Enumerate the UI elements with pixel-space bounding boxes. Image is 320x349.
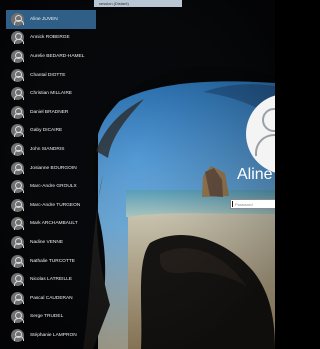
user-nathalie-turcotte[interactable]: Nathalie TURCOTTE (6, 252, 96, 271)
user-avatar-icon (11, 310, 24, 324)
user-avatar-icon (11, 12, 24, 26)
user-nadine-venne[interactable]: Nadine VENNE (6, 233, 96, 252)
user-annick-roberge[interactable]: Annick ROBERGE (6, 29, 96, 48)
user-name: Serge TRUDEL (30, 314, 64, 320)
lock-screen: session (Distant) Aline JUVEN Annick ROB… (0, 0, 275, 349)
user-avatar-icon (11, 68, 24, 82)
user-avatar-icon (11, 328, 24, 342)
user-avatar-icon (11, 198, 24, 212)
user-name: Stéphanie LAMPRON (30, 332, 77, 338)
user-marc-andre-groulx[interactable]: Marc-Andre GROULX (6, 177, 96, 196)
user-avatar-icon (11, 180, 24, 194)
user-avatar-icon (11, 105, 24, 119)
user-christian-millaire[interactable]: Christian MILLAIRE (6, 84, 96, 103)
user-avatar-icon (11, 291, 24, 305)
user-chantal-diotte[interactable]: Chantal DIOTTE (6, 66, 96, 85)
user-name: John SIANDRIS (30, 146, 65, 152)
user-name: Christian MILLAIRE (30, 91, 73, 97)
user-name: Annick ROBERGE (30, 35, 70, 41)
user-name: Mark ARCHAMBAULT (30, 221, 78, 227)
user-avatar-icon (11, 235, 24, 249)
password-input[interactable] (230, 199, 275, 209)
user-avatar-icon (11, 124, 24, 138)
user-name: Chantal DIOTTE (30, 72, 66, 78)
user-name: Nicolas LATREILLE (30, 277, 73, 283)
user-avatar-icon (11, 31, 24, 45)
user-avatar-icon (11, 142, 24, 156)
text-cursor (232, 201, 233, 207)
user-name: Marc-Andre GROULX (30, 184, 77, 190)
user-nicolas-latreille[interactable]: Nicolas LATREILLE (6, 270, 96, 289)
profile-shoulders-shape (255, 134, 275, 156)
user-gaby-dicaire[interactable]: Gaby DICAIRE (6, 122, 96, 141)
user-name: Aurelie BEDARD-HAMEL (30, 53, 85, 59)
user-name: Nathalie TURCOTTE (30, 258, 75, 264)
user-john-siandris[interactable]: John SIANDRIS (6, 140, 96, 159)
user-avatar-icon (11, 87, 24, 101)
user-name: Pascal CAUDERAN (30, 295, 73, 301)
user-list[interactable]: Aline JUVEN Annick ROBERGE Aurelie BEDAR… (6, 10, 96, 349)
user-aline-juven[interactable]: Aline JUVEN (6, 10, 96, 29)
user-name: Daniel BRADNER (30, 109, 69, 115)
user-name: Nadine VENNE (30, 239, 64, 245)
user-name: Marc-Andre TURGEON (30, 202, 81, 208)
profile-head-shape (262, 108, 275, 132)
user-avatar-icon (11, 49, 24, 63)
user-serge-trudel[interactable]: Serge TRUDEL (6, 308, 96, 327)
user-aurelie-bedard-hamel[interactable]: Aurelie BEDARD-HAMEL (6, 47, 96, 66)
user-avatar-icon (11, 217, 24, 231)
remote-session-title: session (Distant) (94, 0, 182, 7)
user-daniel-bradner[interactable]: Daniel BRADNER (6, 103, 96, 122)
user-name: Josianne BOURGOIN (30, 165, 77, 171)
selected-user-name: Aline (237, 166, 273, 183)
user-stephanie-lampron[interactable]: Stéphanie LAMPRON (6, 326, 96, 345)
user-avatar-icon (11, 273, 24, 287)
user-pascal-cauderan[interactable]: Pascal CAUDERAN (6, 289, 96, 308)
user-avatar-icon (11, 161, 24, 175)
user-josianne-bourgoin[interactable]: Josianne BOURGOIN (6, 159, 96, 178)
user-avatar-icon (11, 254, 24, 268)
user-mark-archambault[interactable]: Mark ARCHAMBAULT (6, 215, 96, 234)
user-name: Aline JUVEN (30, 16, 58, 22)
user-name: Gaby DICAIRE (30, 128, 63, 134)
user-marc-andre-turgeon[interactable]: Marc-Andre TURGEON (6, 196, 96, 215)
